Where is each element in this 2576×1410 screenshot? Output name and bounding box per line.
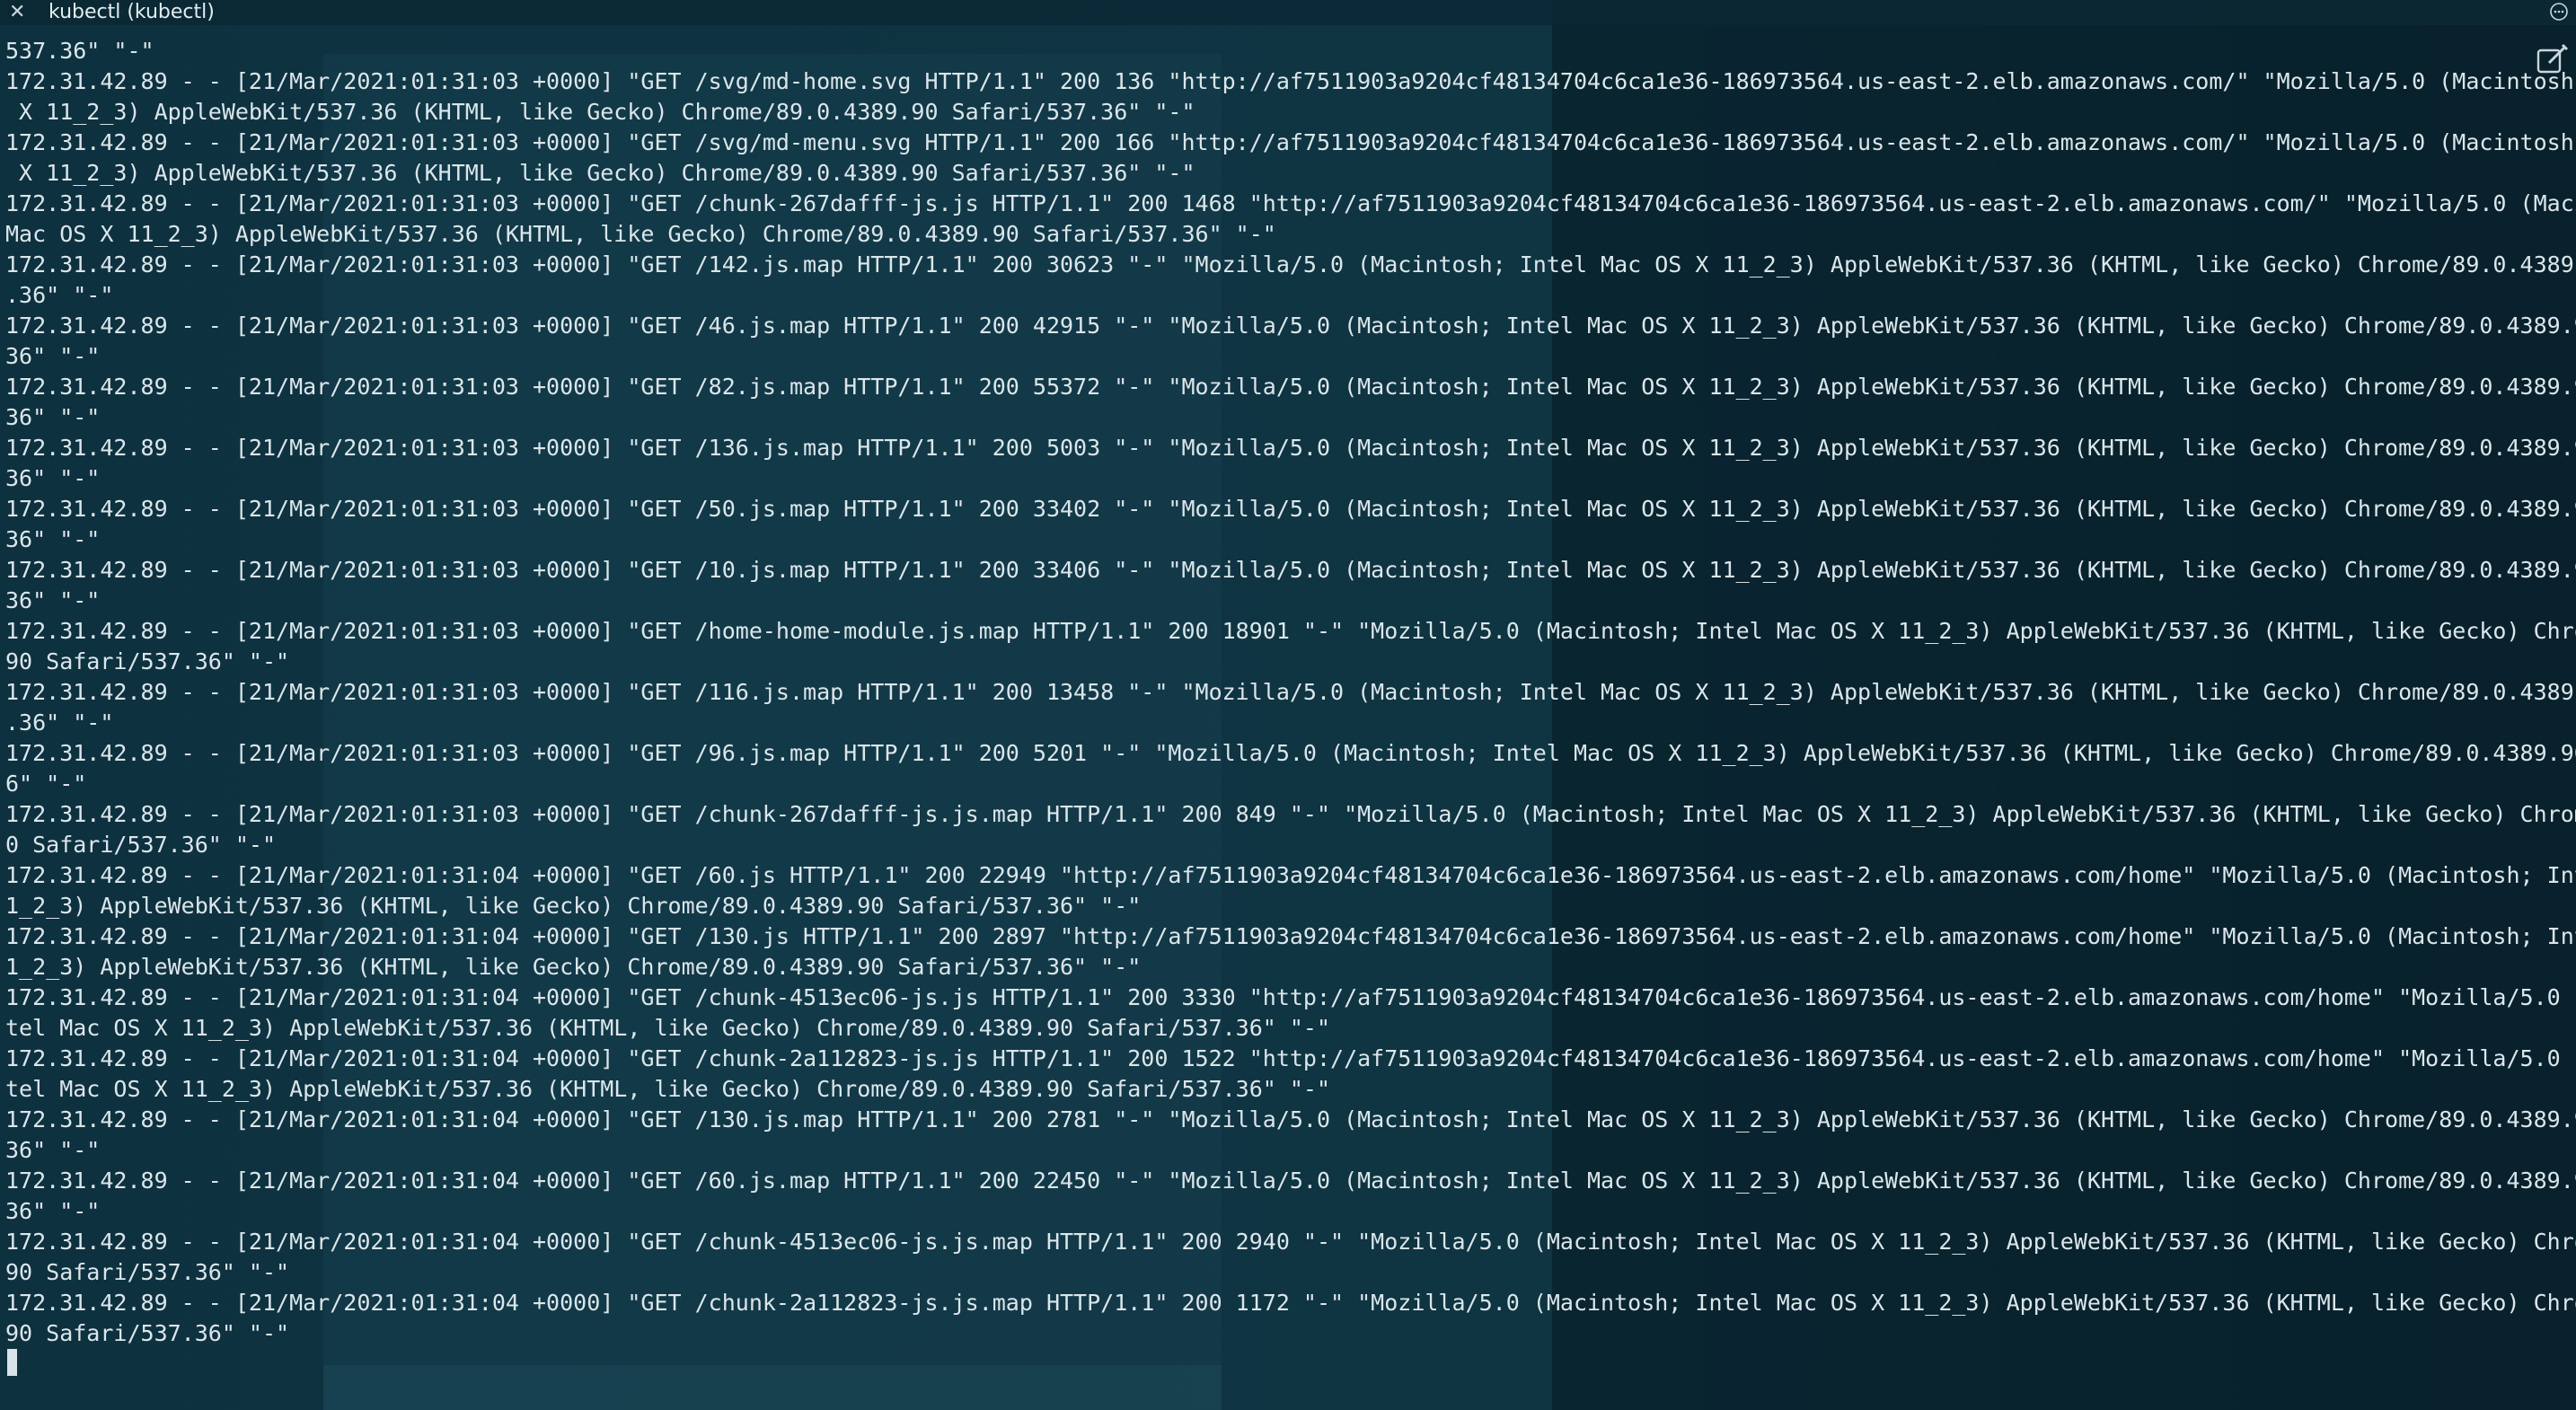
close-icon[interactable]: ✕ <box>9 3 27 22</box>
terminal-line: 172.31.42.89 - - [21/Mar/2021:01:31:03 +… <box>5 190 2576 216</box>
terminal-line: 172.31.42.89 - - [21/Mar/2021:01:31:04 +… <box>5 1229 2576 1255</box>
terminal-line: 172.31.42.89 - - [21/Mar/2021:01:31:03 +… <box>5 251 2576 278</box>
ellipsis-circle-icon[interactable] <box>2549 2 2569 22</box>
terminal-line: 36" "-" <box>5 587 101 613</box>
terminal-cursor <box>7 1349 17 1376</box>
terminal-line: tel Mac OS X 11_2_3) AppleWebKit/537.36 … <box>5 1076 1331 1102</box>
terminal-output[interactable]: 537.36" "-" 172.31.42.89 - - [21/Mar/2021… <box>5 36 2576 1349</box>
terminal-line: 90 Safari/537.36" "-" <box>5 648 290 674</box>
terminal-line: 172.31.42.89 - - [21/Mar/2021:01:31:03 +… <box>5 557 2576 583</box>
terminal-line: 36" "-" <box>5 1137 101 1163</box>
terminal-line: 6" "-" <box>5 771 87 797</box>
terminal-line: 172.31.42.89 - - [21/Mar/2021:01:31:03 +… <box>5 679 2576 705</box>
terminal-line: .36" "-" <box>5 709 114 736</box>
terminal-line: 172.31.42.89 - - [21/Mar/2021:01:31:04 +… <box>5 1290 2576 1316</box>
terminal-line: 172.31.42.89 - - [21/Mar/2021:01:31:03 +… <box>5 801 2576 827</box>
terminal-line: 172.31.42.89 - - [21/Mar/2021:01:31:04 +… <box>5 1106 2576 1132</box>
terminal-line: 0 Safari/537.36" "-" <box>5 832 277 858</box>
terminal-line: 36" "-" <box>5 465 101 491</box>
terminal-line: 36" "-" <box>5 526 101 552</box>
terminal-line: 1_2_3) AppleWebKit/537.36 (KHTML, like G… <box>5 893 1142 919</box>
background-window-bottom <box>323 1365 1222 1410</box>
terminal-line: 537.36" "-" <box>5 38 154 64</box>
terminal-line: 172.31.42.89 - - [21/Mar/2021:01:31:03 +… <box>5 435 2576 461</box>
terminal-line: Mac OS X 11_2_3) AppleWebKit/537.36 (KHT… <box>5 221 1276 247</box>
terminal-line: 90 Safari/537.36" "-" <box>5 1259 290 1285</box>
terminal-line: 36" "-" <box>5 1198 101 1224</box>
terminal-line: 172.31.42.89 - - [21/Mar/2021:01:31:03 +… <box>5 740 2576 766</box>
terminal-line: tel Mac OS X 11_2_3) AppleWebKit/537.36 … <box>5 1015 1331 1041</box>
terminal-line: 172.31.42.89 - - [21/Mar/2021:01:31:03 +… <box>5 374 2576 400</box>
terminal-line: 1_2_3) AppleWebKit/537.36 (KHTML, like G… <box>5 954 1142 980</box>
terminal-line: 172.31.42.89 - - [21/Mar/2021:01:31:03 +… <box>5 129 2576 155</box>
terminal-line: .36" "-" <box>5 282 114 308</box>
terminal-line: 172.31.42.89 - - [21/Mar/2021:01:31:03 +… <box>5 68 2576 94</box>
terminal-line: 36" "-" <box>5 343 101 369</box>
terminal-line: 172.31.42.89 - - [21/Mar/2021:01:31:04 +… <box>5 862 2576 888</box>
terminal-line: 172.31.42.89 - - [21/Mar/2021:01:31:03 +… <box>5 313 2576 339</box>
terminal-line: 172.31.42.89 - - [21/Mar/2021:01:31:04 +… <box>5 984 2576 1010</box>
terminal-line: 172.31.42.89 - - [21/Mar/2021:01:31:04 +… <box>5 1168 2576 1194</box>
terminal-line: 172.31.42.89 - - [21/Mar/2021:01:31:04 +… <box>5 1045 2576 1071</box>
window-title: kubectl (kubectl) <box>49 1 215 23</box>
terminal-line: X 11_2_3) AppleWebKit/537.36 (KHTML, lik… <box>5 99 1195 125</box>
terminal-line: 172.31.42.89 - - [21/Mar/2021:01:31:03 +… <box>5 618 2576 644</box>
terminal-window: ✕ kubectl (kubectl) 537.36" "-" 172.31.42… <box>0 0 2576 1410</box>
terminal-line: 36" "-" <box>5 404 101 430</box>
terminal-line: 90 Safari/537.36" "-" <box>5 1320 290 1346</box>
terminal-line: 172.31.42.89 - - [21/Mar/2021:01:31:04 +… <box>5 923 2576 949</box>
title-bar: ✕ kubectl (kubectl) <box>0 0 2576 25</box>
terminal-line: 172.31.42.89 - - [21/Mar/2021:01:31:03 +… <box>5 496 2576 522</box>
terminal-line: X 11_2_3) AppleWebKit/537.36 (KHTML, lik… <box>5 160 1195 186</box>
